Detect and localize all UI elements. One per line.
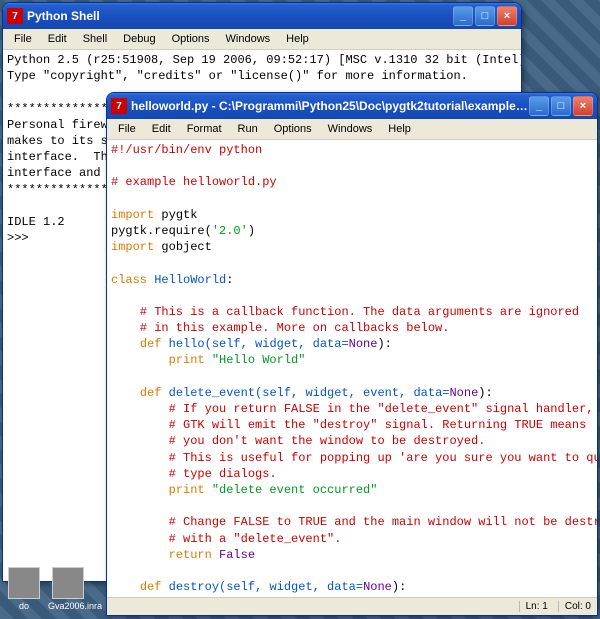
code-def2: def — [140, 386, 162, 400]
shell-prompt: >>> — [7, 231, 36, 245]
editor-titlebar[interactable]: 7 helloworld.py - C:\Programmi\Python25\… — [107, 93, 597, 119]
code-dc5: # type dialogs. — [111, 467, 277, 481]
close-button[interactable]: × — [497, 6, 517, 26]
folder-icon — [52, 567, 84, 599]
idle-version: IDLE 1.2 — [7, 215, 65, 229]
menu-help[interactable]: Help — [279, 31, 316, 47]
menu-run[interactable]: Run — [231, 121, 265, 137]
close-button[interactable]: × — [573, 96, 593, 116]
shell-menubar: File Edit Shell Debug Options Windows He… — [3, 29, 521, 50]
code-none3: None — [363, 580, 392, 594]
code-delete: delete_event(self, widget, event, data= — [161, 386, 449, 400]
code-none2: None — [449, 386, 478, 400]
code-hw: "Hello World" — [205, 353, 306, 367]
menu-format[interactable]: Format — [180, 121, 229, 137]
menu-edit[interactable]: Edit — [145, 121, 178, 137]
code-return: return — [169, 548, 212, 562]
folder-icon — [8, 567, 40, 599]
menu-windows[interactable]: Windows — [321, 121, 380, 137]
menu-debug[interactable]: Debug — [116, 31, 162, 47]
code-def3: def — [140, 580, 162, 594]
code-c1: # This is a callback function. The data … — [111, 305, 579, 319]
code-dc2: # GTK will emit the "destroy" signal. Re… — [111, 418, 586, 432]
editor-title: helloworld.py - C:\Programmi\Python25\Do… — [131, 99, 529, 113]
code-example-comment: # example helloworld.py — [111, 175, 277, 189]
desktop-icon-2[interactable]: Gva2006.inra — [48, 567, 88, 611]
shell-fw2: makes to its sub — [7, 134, 122, 148]
code-dc6: # Change FALSE to TRUE and the main wind… — [111, 515, 597, 529]
menu-shell[interactable]: Shell — [76, 31, 114, 47]
maximize-button[interactable]: □ — [551, 96, 571, 116]
code-dc3: # you don't want the window to be destro… — [111, 434, 485, 448]
code-c2: # in this example. More on callbacks bel… — [111, 321, 449, 335]
shell-banner1: Python 2.5 (r25:51908, Sep 19 2006, 09:5… — [7, 53, 521, 67]
code-delstr: "delete event occurred" — [205, 483, 378, 497]
code-import-kw: import — [111, 208, 154, 222]
desktop-icon-1[interactable]: do — [4, 567, 44, 611]
desktop-label-1: do — [4, 601, 44, 611]
status-line: Ln: 1 — [519, 601, 548, 612]
menu-edit[interactable]: Edit — [41, 31, 74, 47]
shell-title: Python Shell — [27, 9, 453, 23]
code-dc7: # with a "delete_event". — [111, 532, 341, 546]
minimize-button[interactable]: _ — [453, 6, 473, 26]
code-shebang: #!/usr/bin/env python — [111, 143, 262, 157]
code-class-kw: class — [111, 273, 147, 287]
code-req-end: ) — [248, 224, 255, 238]
editor-content[interactable]: #!/usr/bin/env python # example hellowor… — [107, 140, 597, 597]
code-print: print — [169, 353, 205, 367]
shell-titlebar[interactable]: 7 Python Shell _ □ × — [3, 3, 521, 29]
code-dc1: # If you return FALSE in the "delete_eve… — [111, 402, 593, 416]
code-colon: : — [226, 273, 233, 287]
code-sigend: ): — [377, 337, 391, 351]
code-false: False — [212, 548, 255, 562]
menu-options[interactable]: Options — [165, 31, 217, 47]
shell-fw4: interface and no — [7, 166, 122, 180]
shell-banner2: Type "copyright", "credits" or "license(… — [7, 69, 468, 83]
menu-file[interactable]: File — [7, 31, 39, 47]
code-version: '2.0' — [212, 224, 248, 238]
maximize-button[interactable]: □ — [475, 6, 495, 26]
code-sigend3: ): — [392, 580, 406, 594]
menu-help[interactable]: Help — [381, 121, 418, 137]
editor-window: 7 helloworld.py - C:\Programmi\Python25\… — [106, 92, 598, 616]
python-icon: 7 — [7, 8, 23, 24]
code-destroy: destroy(self, widget, data= — [161, 580, 363, 594]
python-icon: 7 — [111, 98, 127, 114]
code-pygtk: pygtk — [154, 208, 197, 222]
code-none: None — [349, 337, 378, 351]
code-gobject: gobject — [154, 240, 212, 254]
status-col: Col: 0 — [558, 601, 591, 612]
editor-menubar: File Edit Format Run Options Windows Hel… — [107, 119, 597, 140]
menu-file[interactable]: File — [111, 121, 143, 137]
editor-statusbar: Ln: 1 Col: 0 — [107, 597, 597, 615]
code-def: def — [140, 337, 162, 351]
code-dc4: # This is useful for popping up 'are you… — [111, 451, 597, 465]
menu-windows[interactable]: Windows — [219, 31, 278, 47]
code-require: pygtk.require( — [111, 224, 212, 238]
code-hello: hello(self, widget, data= — [161, 337, 348, 351]
menu-options[interactable]: Options — [267, 121, 319, 137]
code-import-kw2: import — [111, 240, 154, 254]
code-print2: print — [169, 483, 205, 497]
code-sigend2: ): — [478, 386, 492, 400]
desktop-label-2: Gva2006.inra — [48, 601, 88, 611]
minimize-button[interactable]: _ — [529, 96, 549, 116]
code-classname: HelloWorld — [147, 273, 226, 287]
